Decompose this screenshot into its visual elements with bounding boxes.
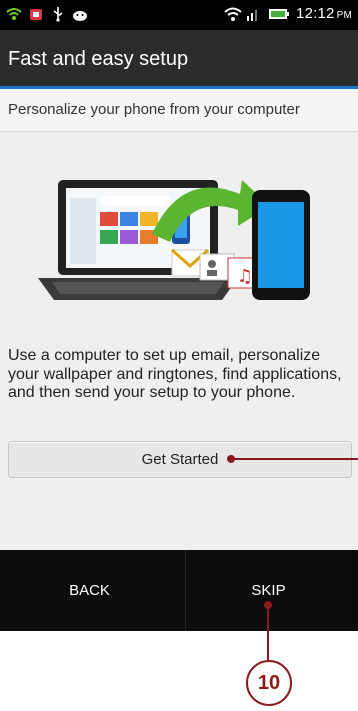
- callout-dot-skip: [264, 601, 272, 609]
- status-left-icons: [6, 6, 88, 22]
- bottom-navigation-bar: BACK SKIP: [0, 550, 358, 631]
- clock: 12:12 PM: [296, 5, 352, 22]
- subtitle-bar: Personalize your phone from your compute…: [0, 89, 358, 132]
- usb-icon: [50, 6, 66, 22]
- callout-number-badge: 10: [246, 660, 292, 706]
- callout-line-get-started: [229, 458, 358, 460]
- phone-screen: 12:12 PM Fast and easy setup Personalize …: [0, 0, 358, 631]
- setup-illustration: ♫: [32, 160, 322, 310]
- android-notification-icon: [72, 6, 88, 22]
- callout-dot-get-started: [227, 455, 235, 463]
- status-right-icons: 12:12 PM: [224, 5, 352, 22]
- battery-icon: [268, 6, 290, 22]
- wifi-icon: [224, 6, 242, 22]
- app-notification-icon: [28, 6, 44, 22]
- page-title: Fast and easy setup: [8, 48, 189, 70]
- description-text: Use a computer to set up email, personal…: [8, 347, 342, 401]
- wifi-notification-icon: [6, 6, 22, 22]
- status-bar: 12:12 PM: [0, 0, 358, 30]
- svg-text:♫: ♫: [237, 266, 253, 287]
- signal-icon: [246, 6, 262, 22]
- title-bar: Fast and easy setup: [0, 30, 358, 89]
- subtitle-text: Personalize your phone from your compute…: [8, 101, 300, 118]
- bottom-bar-divider: [185, 550, 186, 631]
- back-button[interactable]: BACK: [0, 550, 179, 631]
